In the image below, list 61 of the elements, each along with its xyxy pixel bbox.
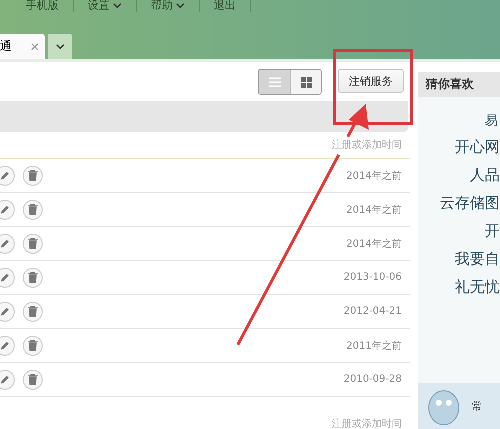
trash-icon (28, 204, 38, 215)
menu-item[interactable]: 退出 (200, 0, 251, 12)
date-cell-text: 2014年之前 (346, 238, 402, 250)
edit-button[interactable] (0, 234, 15, 254)
recommendation-link[interactable]: 我要自 (455, 252, 500, 267)
chevron-icon (113, 3, 122, 9)
trash-icon (28, 374, 38, 385)
delete-button[interactable] (23, 166, 43, 186)
column-header: 注册或添加时间 (332, 140, 402, 151)
delete-button[interactable] (23, 302, 43, 322)
delete-button[interactable] (23, 336, 43, 356)
edit-button[interactable] (0, 370, 15, 390)
date-cell: 2013-10-06 (344, 272, 402, 283)
date-cell-text: 2011年之前 (346, 340, 402, 352)
edit-button[interactable] (0, 166, 15, 186)
trash-icon (28, 340, 38, 351)
date-cell: 2010-09-28 (344, 374, 402, 385)
chevron-icon (176, 3, 185, 9)
view-toggle[interactable] (290, 70, 321, 94)
menu-item[interactable]: 设置 (74, 0, 137, 12)
delete-button[interactable] (23, 234, 43, 254)
pencil-icon (0, 272, 10, 282)
edit-button[interactable] (0, 268, 15, 288)
menu-item[interactable]: 帮助 (137, 0, 200, 12)
delete-button[interactable] (23, 268, 43, 288)
footer-label: 注册或添加时间 (332, 419, 402, 429)
recommendation-link[interactable]: 云存储图 (440, 196, 500, 211)
trash-icon (28, 272, 38, 283)
tab-dropdown-button[interactable] (48, 34, 72, 59)
date-cell-text: 2014年之前 (346, 170, 402, 182)
delete-button[interactable] (23, 370, 43, 390)
list-view-icon (268, 76, 280, 88)
grid-view-icon (300, 76, 312, 88)
recommendation-link[interactable]: 开 (485, 224, 500, 239)
edit-button[interactable] (0, 302, 15, 322)
delete-button[interactable] (23, 200, 43, 220)
edit-button[interactable] (0, 336, 15, 356)
date-cell: 2012-04-21 (344, 306, 402, 317)
trash-icon (28, 306, 38, 317)
trash-icon (28, 170, 38, 181)
panel-title: 猜你喜欢 (418, 72, 500, 97)
pencil-icon (0, 306, 10, 316)
pencil-icon (0, 204, 10, 214)
date-cell-text: 2014年之前 (346, 204, 402, 216)
recommendation-link[interactable]: 开心网 (455, 140, 500, 155)
menu-item[interactable]: 手机版 (12, 0, 74, 12)
close-icon[interactable] (31, 42, 39, 50)
chevron-icon (56, 44, 64, 50)
pencil-icon (0, 340, 10, 350)
trash-icon (28, 238, 38, 249)
pencil-icon (0, 170, 10, 180)
promo-text: 常 (472, 398, 483, 414)
edit-button[interactable] (0, 200, 15, 220)
recommendation-link[interactable]: 礼无忧 (455, 280, 500, 295)
tab[interactable]: 通 (0, 34, 45, 59)
deregister-button[interactable]: 注销服务 (338, 69, 404, 93)
pencil-icon (0, 374, 10, 384)
recommendation-link[interactable]: 人品 (470, 168, 500, 183)
pencil-icon (0, 238, 10, 248)
recommendation-link[interactable]: 易 (485, 115, 498, 128)
view-toggle[interactable] (259, 70, 290, 94)
